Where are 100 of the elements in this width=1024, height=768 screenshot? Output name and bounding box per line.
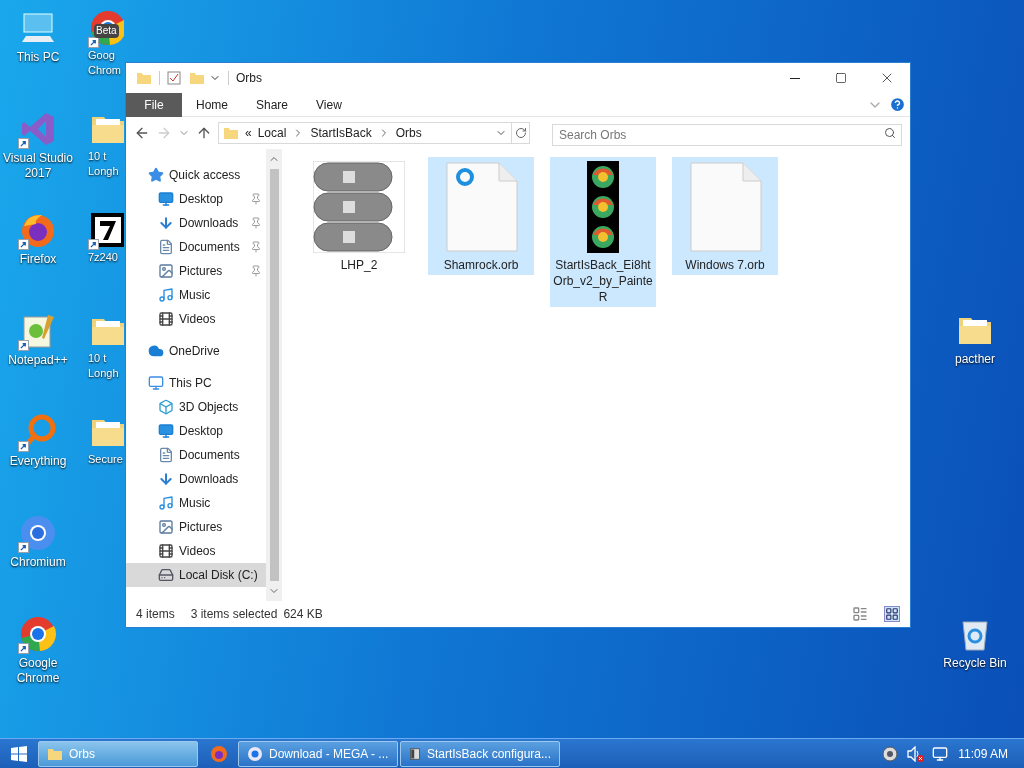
ribbon-tab[interactable]: File (126, 92, 182, 117)
desktop-icon-label: Visual Studio 2017 (2, 151, 74, 181)
computer-icon (148, 375, 164, 391)
desktop-icon-label: Everything (9, 454, 67, 469)
document-icon (158, 239, 174, 255)
nav-item[interactable]: Pictures (126, 515, 266, 539)
nav-item-label: Documents (179, 447, 241, 464)
desktop-icon[interactable]: Beta Goog Chrom (88, 6, 124, 78)
file-item[interactable]: Windows 7.orb (672, 157, 778, 275)
nav-item[interactable]: Music (126, 283, 266, 307)
scrollbar[interactable] (266, 149, 282, 601)
desktop-icon[interactable]: pacther (937, 308, 1013, 367)
help-icon[interactable] (889, 96, 906, 113)
nav-item[interactable]: Videos (126, 307, 266, 331)
desktop-icon-label: This PC (16, 50, 60, 65)
nav-item-label: Documents (179, 239, 241, 256)
nav-item[interactable]: Desktop (126, 187, 266, 211)
search-field[interactable]: Search Orbs (552, 124, 902, 146)
properties-checkbox-icon[interactable] (167, 71, 181, 85)
ribbon-tab[interactable]: Home (182, 92, 242, 117)
nav-item-label: 3D Objects (179, 399, 240, 416)
desktop-icon-label: 7z240 (88, 250, 118, 265)
file-item[interactable]: LHP_2 (306, 157, 412, 275)
nav-item[interactable]: Music (126, 491, 266, 515)
address-field[interactable]: « Local StartIsBack Orbs (218, 122, 512, 144)
nav-item-label: Downloads (179, 215, 240, 232)
chrome-icon (18, 614, 58, 654)
nav-item[interactable]: 3D Objects (126, 395, 266, 419)
window-title: Orbs (236, 70, 262, 87)
desktop-icon-label: Chromium (10, 555, 66, 570)
music-note-icon (158, 495, 174, 511)
nav-item-label: Local Disk (C:) (179, 567, 259, 584)
breadcrumb-item[interactable]: Orbs (395, 124, 422, 142)
nav-item-label: Downloads (179, 471, 240, 488)
file-name: Shamrock.orb (442, 257, 520, 273)
film-icon (158, 543, 174, 559)
file-item[interactable]: Shamrock.orb (428, 157, 534, 275)
nav-item[interactable]: Local Disk (C:) (126, 563, 266, 587)
nav-item[interactable]: OneDrive (126, 339, 266, 363)
download-icon (158, 471, 174, 487)
desktop-icon[interactable]: Recycle Bin (937, 612, 1013, 671)
nav-item[interactable]: Downloads (126, 211, 266, 235)
windows-logo-icon (11, 745, 27, 762)
desktop-icon-label: 10 t (88, 149, 107, 164)
file-with-ring-icon (443, 161, 519, 253)
taskbar-button[interactable]: StartIsBack configura... (400, 740, 560, 767)
refresh-button[interactable] (512, 122, 530, 144)
picture-icon (158, 263, 174, 279)
nav-item-label: Pictures (179, 263, 224, 280)
scrollbar-thumb[interactable] (269, 169, 279, 581)
nav-item[interactable]: Pictures (126, 259, 266, 283)
file-item[interactable]: StartIsBack_Ei8htOrb_v2_by_PainteR (550, 157, 656, 307)
breadcrumb-item[interactable]: « (245, 124, 252, 142)
nav-item[interactable]: Quick access (126, 163, 266, 187)
folder-icon (136, 70, 152, 86)
details-view-icon[interactable] (852, 606, 868, 622)
search-icon (884, 127, 896, 139)
nav-item[interactable]: Documents (126, 443, 266, 467)
desktop-icon-label: Firefox (19, 252, 57, 267)
muted-speaker-icon[interactable] (906, 745, 925, 762)
minimize-icon (790, 77, 800, 79)
taskbar-button[interactable]: Download - MEGA - ... (238, 740, 398, 767)
refresh-icon (514, 127, 527, 139)
breadcrumb-item[interactable]: StartIsBack (310, 124, 372, 142)
nav-item[interactable]: Videos (126, 539, 266, 563)
nav-item[interactable]: This PC (126, 371, 266, 395)
nav-item-label: Videos (179, 311, 217, 328)
desktop-icon (158, 423, 174, 439)
desktop-icon-label: Notepad++ (8, 353, 68, 368)
nav-item[interactable]: Documents (126, 235, 266, 259)
maximize-icon (835, 72, 847, 84)
chromium-icon (18, 513, 58, 553)
music-note-icon (158, 287, 174, 303)
window-app-icon (409, 745, 421, 762)
desktop-icon-label: Goog (88, 48, 115, 63)
nav-item[interactable]: Desktop (126, 419, 266, 443)
ribbon-tab[interactable]: Share (242, 92, 303, 117)
nav-item-label: Music (179, 287, 212, 304)
nav-item[interactable]: Downloads (126, 467, 266, 491)
file-name: StartIsBack_Ei8htOrb_v2_by_PainteR (552, 257, 654, 305)
breadcrumb-item[interactable]: Local (257, 124, 287, 142)
network-icon[interactable] (932, 745, 949, 762)
ribbon-tab[interactable]: View (302, 92, 356, 117)
selection-size: 624 KB (283, 606, 323, 623)
beta-badge: Beta (94, 24, 119, 38)
picture-icon (158, 519, 174, 535)
desktop-icon-label: pacther (955, 352, 995, 367)
item-count: 4 items (136, 606, 175, 623)
desktop-icon-label: Recycle Bin (943, 656, 1007, 671)
clock[interactable]: 11:09 AM (958, 744, 1008, 763)
desktop-icon-label: Chrom (88, 63, 121, 78)
blank-file-icon (687, 161, 763, 253)
file-name: Windows 7.orb (684, 257, 766, 273)
film-icon (158, 311, 174, 327)
large-icons-view-icon[interactable] (884, 606, 900, 622)
file-name: LHP_2 (339, 257, 379, 273)
cloud-icon (148, 343, 164, 359)
drive-icon (158, 567, 174, 583)
folder-icon (223, 125, 239, 141)
folder-icon (189, 70, 205, 86)
